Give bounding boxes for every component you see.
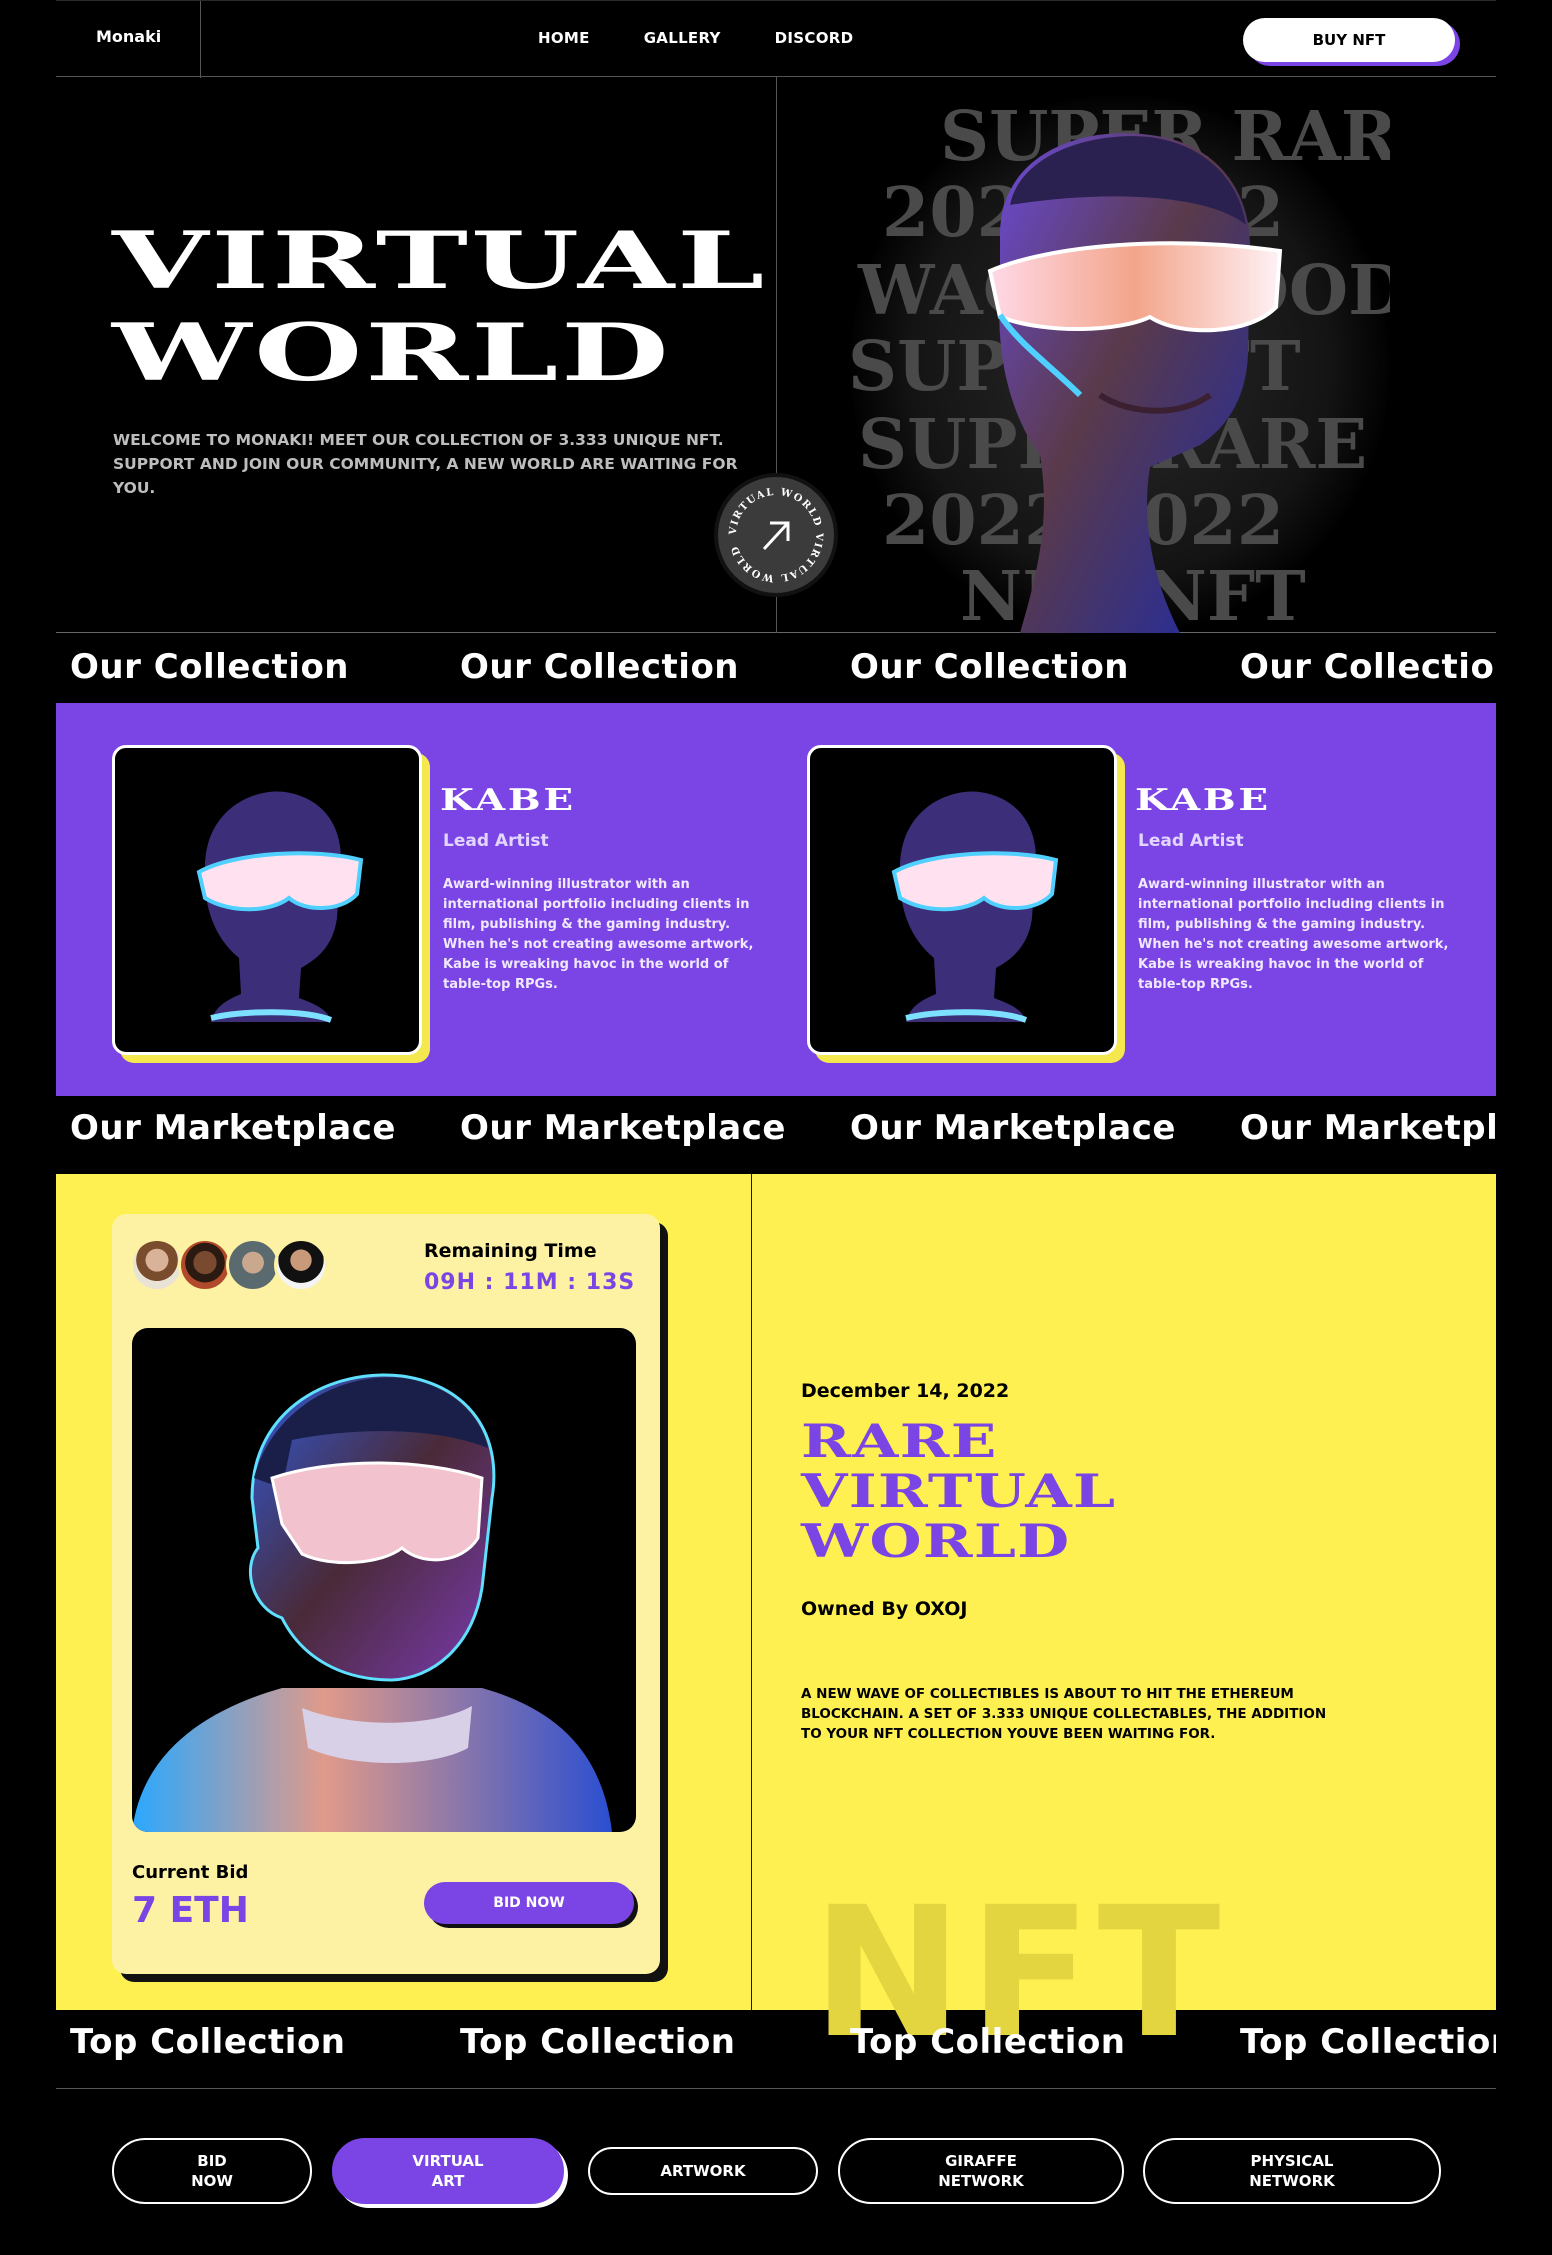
hero-title-line1: VIRTUAL bbox=[112, 215, 768, 307]
marquee-top-collection: Top Collection Top Collection Top Collec… bbox=[56, 2020, 1496, 2072]
filter-label: ART bbox=[431, 2172, 465, 2190]
filter-label: GIRAFFE bbox=[945, 2152, 1017, 2170]
filter-label: NETWORK bbox=[938, 2172, 1024, 2190]
hero-artwork: SUPER RARE 2022 2022 WAGMI GOOD SUPER NF… bbox=[850, 95, 1390, 633]
artist-card[interactable] bbox=[112, 745, 430, 1063]
artist-role: Lead Artist bbox=[1138, 831, 1244, 851]
hero-title-line2: WORLD bbox=[112, 306, 672, 399]
arrow-up-right-icon bbox=[762, 521, 790, 551]
nav-link-gallery[interactable]: GALLERY bbox=[644, 29, 721, 47]
collection-section: KABE Lead Artist Award-winning illustrat… bbox=[56, 703, 1496, 1096]
collection-filters: BID NOW VIRTUAL ART ARTWORK GIRAFFE NETW… bbox=[56, 2138, 1496, 2208]
marquee-text: Top Collection bbox=[1240, 2022, 1496, 2062]
avatar[interactable] bbox=[274, 1238, 328, 1292]
marquee-text: Top Collection bbox=[850, 2022, 1126, 2062]
nav-link-home[interactable]: HOME bbox=[538, 29, 590, 47]
filter-artwork[interactable]: ARTWORK bbox=[588, 2147, 818, 2195]
remaining-time-label: Remaining Time bbox=[424, 1240, 597, 1262]
artist-image bbox=[112, 745, 422, 1055]
hero-character-image bbox=[987, 133, 1283, 633]
nav-divider bbox=[200, 1, 201, 78]
filter-label: BID bbox=[197, 2152, 227, 2170]
filter-label: VIRTUAL bbox=[412, 2152, 484, 2170]
filter-giraffe-network[interactable]: GIRAFFE NETWORK bbox=[838, 2138, 1124, 2204]
artist-bio: Award-winning illustrator with an intern… bbox=[443, 877, 754, 992]
marquee-text: Our Marketplace bbox=[850, 1108, 1176, 1148]
hero-subtitle: WELCOME TO Monaki! MEET OUR COLLECTION O… bbox=[113, 431, 738, 497]
marquee-text: Top Collection bbox=[70, 2022, 346, 2062]
filter-bid-now[interactable]: BID NOW bbox=[112, 2138, 312, 2204]
hero-title: VIRTUAL WORLD bbox=[112, 215, 767, 399]
hero-section: VIRTUAL WORLD WELCOME TO Monaki! MEET OU… bbox=[56, 77, 1496, 633]
marquee-text: Our Marketplace bbox=[460, 1108, 786, 1148]
listing-title-line: RARE bbox=[801, 1414, 998, 1468]
marquee-text: Our Collection bbox=[70, 647, 350, 687]
section-rule bbox=[56, 2088, 1496, 2089]
filter-virtual-art[interactable]: VIRTUAL ART bbox=[332, 2138, 564, 2204]
filter-label: NOW bbox=[191, 2172, 233, 2190]
listing-title-line: WORLD bbox=[801, 1514, 1071, 1568]
bid-card: Remaining Time 09H : 11M : 13S Current B… bbox=[112, 1214, 660, 1974]
listing-title: RARE VIRTUAL WORLD bbox=[801, 1416, 1116, 1566]
avatar[interactable] bbox=[226, 1238, 280, 1292]
artist-name: KABE bbox=[1135, 783, 1271, 818]
market-divider bbox=[751, 1174, 752, 2010]
scroll-badge-button[interactable]: VIRTUAL WORLD VIRTUAL WORLD bbox=[714, 473, 838, 597]
artist-name: KABE bbox=[440, 783, 576, 818]
marquee-our-marketplace: Our Marketplace Our Marketplace Our Mark… bbox=[56, 1106, 1496, 1156]
avatar[interactable] bbox=[178, 1238, 232, 1292]
filter-label: PHYSICAL bbox=[1250, 2152, 1334, 2170]
marquee-text: Our Collection bbox=[850, 647, 1130, 687]
nav-link-discord[interactable]: DISCORD bbox=[775, 29, 854, 47]
filter-physical-network[interactable]: PHYSICAL NETWORK bbox=[1143, 2138, 1441, 2204]
marquee-text: Our Collection bbox=[1240, 647, 1496, 687]
filter-label: ARTWORK bbox=[660, 2162, 746, 2180]
listing-owner: Owned By OXOJ bbox=[801, 1598, 968, 1620]
artist-role: Lead Artist bbox=[443, 831, 549, 851]
artist-image bbox=[807, 745, 1117, 1055]
marquee-our-collection: Our Collection Our Collection Our Collec… bbox=[56, 645, 1496, 693]
filter-label: NETWORK bbox=[1249, 2172, 1335, 2190]
current-bid-label: Current Bid bbox=[132, 1862, 249, 1883]
artist-bio: Award-winning illustrator with an intern… bbox=[1138, 877, 1449, 992]
bidder-avatars bbox=[130, 1238, 328, 1292]
marquee-text: Our Marketplace bbox=[1240, 1108, 1496, 1148]
current-bid-value: 7 ETH bbox=[132, 1890, 249, 1931]
nft-bid-image bbox=[132, 1328, 636, 1832]
logo[interactable]: Monaki bbox=[96, 27, 161, 46]
buy-nft-button[interactable]: BUY NFT bbox=[1243, 18, 1455, 62]
marketplace-section: NFT Remaining Time 09H : 11M : 13S Curre… bbox=[56, 1174, 1496, 2064]
top-nav: Monaki HOME GALLERY DISCORD BUY NFT bbox=[56, 0, 1496, 78]
remaining-time-value: 09H : 11M : 13S bbox=[424, 1270, 636, 1295]
marquee-text: Top Collection bbox=[460, 2022, 736, 2062]
listing-description: A NEW WAVE OF COLLECTIBLES IS ABOUT TO H… bbox=[801, 1686, 1327, 1742]
marquee-text: Our Marketplace bbox=[70, 1108, 396, 1148]
marquee-text: Our Collection bbox=[460, 647, 740, 687]
listing-date: December 14, 2022 bbox=[801, 1380, 1010, 1402]
listing-title-line: VIRTUAL bbox=[801, 1464, 1117, 1518]
nav-links: HOME GALLERY DISCORD bbox=[538, 29, 853, 47]
avatar[interactable] bbox=[130, 1238, 184, 1292]
artist-card[interactable] bbox=[807, 745, 1125, 1063]
bid-now-button[interactable]: BID NOW bbox=[424, 1882, 634, 1924]
